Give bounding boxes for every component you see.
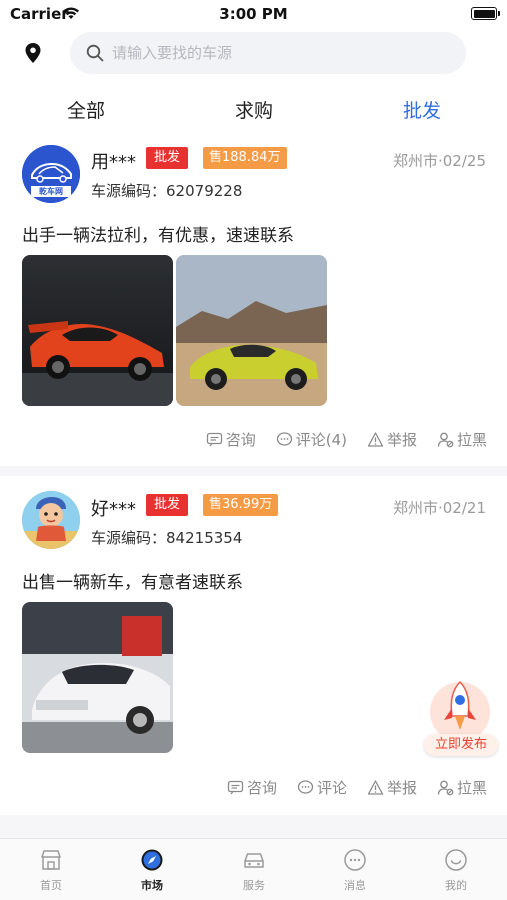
nav-home-label: 首页 (40, 879, 62, 892)
battery-icon (471, 7, 500, 20)
comment-button[interactable]: 评论(4) (276, 427, 347, 451)
warning-icon (367, 779, 384, 795)
block-label: 拉黑 (456, 430, 487, 449)
search-bar[interactable] (70, 32, 466, 74)
nav-messages-label: 消息 (344, 879, 366, 892)
chat-icon (344, 849, 366, 871)
tab-wanted[interactable]: 求购 (194, 96, 314, 123)
vehicle-code-value: 62079228 (166, 182, 243, 200)
block-user-icon (437, 432, 454, 447)
report-label: 举报 (386, 778, 417, 797)
report-button[interactable]: 举报 (367, 427, 417, 451)
location-date: 郑州市·02/25 (393, 152, 486, 170)
clock: 3:00 PM (219, 5, 288, 23)
block-button[interactable]: 拉黑 (437, 427, 487, 451)
shop-icon (41, 850, 61, 870)
avatar-brand-text: 乾车网 (39, 187, 63, 196)
comment-icon (276, 431, 292, 446)
compass-icon (141, 849, 163, 871)
vehicle-code-label: 车源编码： (91, 182, 167, 200)
nav-home[interactable]: 首页 (11, 847, 91, 893)
price-badge: 售188.84万 (203, 147, 287, 169)
post-actions: 咨询 评论(4) 举报 拉黑 (206, 427, 487, 451)
type-badge: 批发 (146, 494, 189, 516)
publish-button[interactable]: 立即发布 (418, 678, 498, 766)
post-actions: 咨询 评论 举报 拉黑 (227, 775, 487, 799)
vehicle-code: 车源编码：84215354 (91, 527, 242, 548)
nav-profile[interactable]: 我的 (416, 847, 496, 893)
consult-label: 咨询 (246, 778, 277, 797)
vehicle-code-value: 84215354 (166, 529, 243, 547)
search-input[interactable] (112, 32, 452, 74)
post-description: 出售一辆新车，有意者速联系 (22, 573, 243, 593)
type-badge: 批发 (146, 147, 189, 169)
nav-market[interactable]: 市场 (112, 847, 192, 893)
comment-label: 评论(4) (295, 430, 347, 449)
tab-all[interactable]: 全部 (26, 96, 146, 123)
avatar[interactable] (22, 491, 80, 549)
nav-profile-label: 我的 (445, 879, 467, 892)
nav-service-label: 服务 (243, 879, 265, 892)
search-icon (86, 44, 104, 62)
message-icon (206, 432, 222, 446)
nav-messages[interactable]: 消息 (315, 847, 395, 893)
username[interactable]: 用*** (91, 148, 136, 174)
location-date: 郑州市·02/21 (393, 499, 486, 517)
consult-label: 咨询 (225, 430, 256, 449)
comment-label: 评论 (316, 778, 347, 797)
car-photo[interactable] (22, 255, 173, 406)
car-photo[interactable] (176, 255, 327, 406)
avatar[interactable]: 乾车网 (22, 145, 80, 203)
vehicle-code-label: 车源编码： (91, 529, 167, 547)
consult-button[interactable]: 咨询 (206, 427, 256, 451)
cartoon-avatar-icon (22, 491, 80, 549)
card-divider (0, 815, 507, 838)
message-icon (227, 780, 244, 794)
nav-market-label: 市场 (141, 879, 163, 892)
card-divider (0, 466, 507, 476)
status-bar: Carrier 3:00 PM (0, 0, 507, 28)
warning-icon (367, 431, 384, 447)
post-description: 出手一辆法拉利，有优惠，速速联系 (22, 226, 294, 246)
category-tabs: 全部 求购 批发 (0, 96, 507, 132)
price-badge: 售36.99万 (203, 494, 279, 516)
location-pin-icon[interactable] (24, 42, 42, 64)
car-icon (244, 853, 264, 868)
report-label: 举报 (386, 430, 417, 449)
bottom-nav: 首页 市场 服务 消息 我的 (0, 838, 507, 900)
car-photo[interactable] (22, 602, 173, 753)
nav-service[interactable]: 服务 (214, 847, 294, 893)
block-label: 拉黑 (456, 778, 487, 797)
tab-wholesale[interactable]: 批发 (362, 96, 482, 123)
smile-icon (445, 849, 467, 871)
report-button[interactable]: 举报 (367, 775, 417, 799)
publish-label: 立即发布 (424, 734, 498, 756)
vehicle-code: 车源编码：62079228 (91, 180, 242, 201)
username[interactable]: 好*** (91, 495, 136, 521)
consult-button[interactable]: 咨询 (227, 775, 277, 799)
block-button[interactable]: 拉黑 (437, 775, 487, 799)
block-user-icon (437, 780, 454, 795)
comment-icon (297, 779, 314, 794)
comment-button[interactable]: 评论 (297, 775, 347, 799)
